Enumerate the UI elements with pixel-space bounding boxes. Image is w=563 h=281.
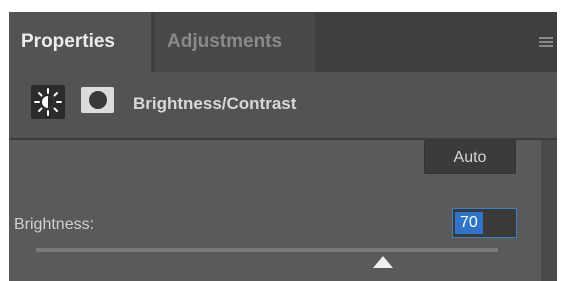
tab-properties[interactable]: Properties (9, 12, 151, 72)
scrollbar-track[interactable] (541, 140, 557, 281)
tab-adjustments[interactable]: Adjustments (155, 12, 315, 72)
panel-tab-bar: Properties Adjustments (9, 12, 557, 72)
brightness-slider-thumb[interactable] (372, 256, 393, 268)
brightness-label: Brightness: (14, 216, 95, 233)
sun-icon[interactable] (31, 85, 65, 119)
brightness-value-field[interactable]: 70 (452, 208, 517, 238)
adjustment-title: Brightness/Contrast (133, 94, 297, 113)
brightness-slider-track[interactable] (36, 248, 498, 252)
adjustment-header: Brightness/Contrast (9, 72, 557, 138)
brightness-value-text: 70 (455, 212, 483, 234)
panel-menu-icon[interactable] (539, 37, 553, 47)
auto-button[interactable]: Auto (424, 140, 516, 174)
layer-mask-icon[interactable] (81, 87, 114, 113)
